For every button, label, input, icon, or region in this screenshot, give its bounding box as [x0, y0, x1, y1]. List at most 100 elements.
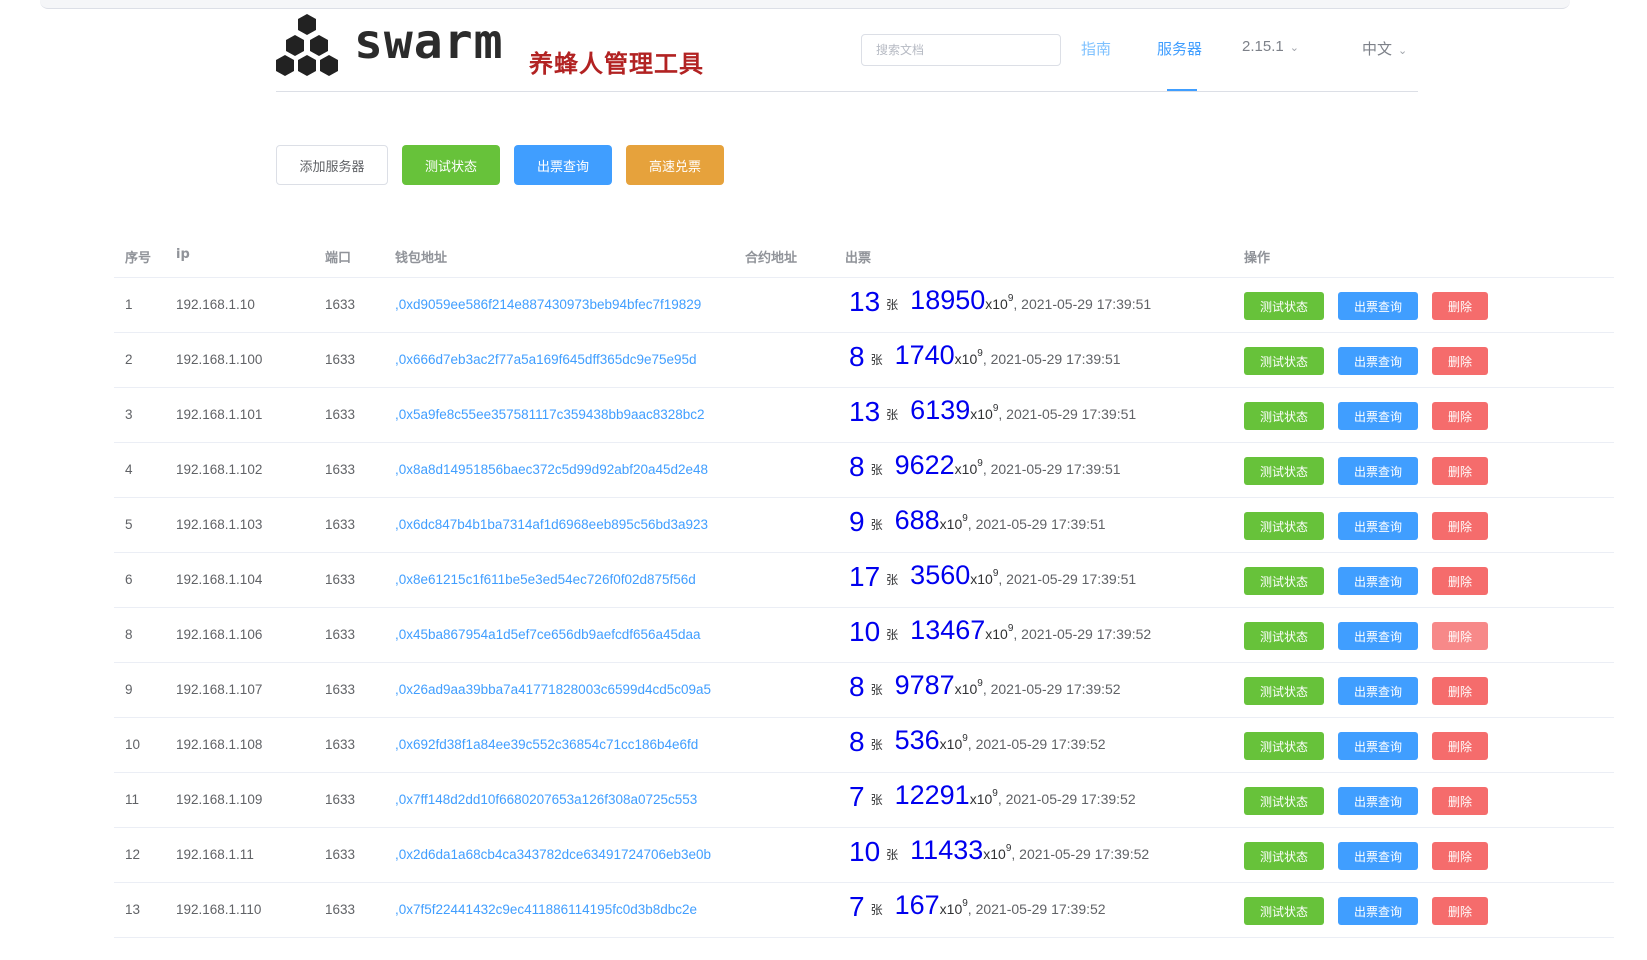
fast-redeem-button[interactable]: 高速兑票: [626, 145, 724, 185]
row-ticket-query-button[interactable]: 出票查询: [1338, 347, 1418, 375]
row-delete-button[interactable]: 删除: [1432, 457, 1488, 485]
ticket-summary: 8 张 9787x109, 2021-05-29 17:39:52: [849, 670, 1121, 703]
row-test-status-button[interactable]: 测试状态: [1244, 842, 1324, 870]
row-ticket-query-button[interactable]: 出票查询: [1338, 622, 1418, 650]
row-ip: 192.168.1.108: [176, 737, 263, 752]
row-test-status-button[interactable]: 测试状态: [1244, 402, 1324, 430]
wallet-address-link[interactable]: ,0x6dc847b4b1ba7314af1d6968eeb895c56bd3a…: [395, 517, 708, 532]
row-test-status-button[interactable]: 测试状态: [1244, 457, 1324, 485]
site-header: swarm 养蜂人管理工具 指南 服务器 2.15.1 ⌄ 中文 ⌄: [276, 10, 1418, 92]
wallet-address-link[interactable]: ,0x2d6da1a68cb4ca343782dce63491724706eb3…: [395, 847, 711, 862]
ticket-count: 8: [849, 451, 865, 482]
row-delete-button[interactable]: 删除: [1432, 402, 1488, 430]
row-port: 1633: [325, 627, 356, 642]
row-test-status-button[interactable]: 测试状态: [1244, 512, 1324, 540]
row-test-status-button[interactable]: 测试状态: [1244, 622, 1324, 650]
ticket-amount: 13467: [910, 615, 986, 645]
ticket-count: 10: [849, 836, 881, 867]
nav-language-dropdown[interactable]: 中文 ⌄: [1362, 38, 1407, 59]
row-ticket-query-button[interactable]: 出票查询: [1338, 512, 1418, 540]
table-row: 13 192.168.1.110 1633 ,0x7f5f22441432c9ec41…: [114, 883, 1614, 938]
row-test-status-button[interactable]: 测试状态: [1244, 347, 1324, 375]
wallet-address-link[interactable]: ,0x7f5f22441432c9ec411886114195fc0d3b8db…: [395, 902, 697, 917]
multiplier-base: x10: [954, 461, 978, 477]
ticket-multiplier: x109: [970, 568, 998, 587]
row-delete-button[interactable]: 删除: [1432, 512, 1488, 540]
wallet-address-link[interactable]: ,0x45ba867954a1d5ef7ce656db9aefcdf656a45…: [395, 627, 701, 642]
row-port: 1633: [325, 902, 356, 917]
table-row: 11 192.168.1.109 1633 ,0x7ff148d2dd10f66802…: [114, 773, 1614, 828]
row-index: 3: [125, 407, 133, 422]
row-delete-button[interactable]: 删除: [1432, 292, 1488, 320]
nav-version-dropdown[interactable]: 2.15.1 ⌄: [1242, 38, 1299, 55]
row-test-status-button[interactable]: 测试状态: [1244, 897, 1324, 925]
row-index: 12: [125, 847, 141, 862]
ticket-summary: 8 张 9622x109, 2021-05-29 17:39:51: [849, 450, 1121, 483]
row-delete-button[interactable]: 删除: [1432, 567, 1488, 595]
ticket-unit: 张: [870, 903, 883, 917]
row-ticket-query-button[interactable]: 出票查询: [1338, 292, 1418, 320]
ticket-multiplier: x109: [985, 623, 1013, 642]
row-ticket-query-button[interactable]: 出票查询: [1338, 677, 1418, 705]
ticket-count: 9: [849, 506, 865, 537]
nav-guide[interactable]: 指南: [1081, 38, 1111, 59]
row-delete-button[interactable]: 删除: [1432, 622, 1488, 650]
row-ticket-query-button[interactable]: 出票查询: [1338, 897, 1418, 925]
search-input[interactable]: [861, 34, 1061, 66]
row-delete-button[interactable]: 删除: [1432, 842, 1488, 870]
ticket-time: , 2021-05-29 17:39:51: [998, 406, 1137, 422]
header-contract: 合约地址: [745, 251, 798, 266]
ticket-summary: 10 张 13467x109, 2021-05-29 17:39:52: [849, 615, 1151, 648]
ticket-time: , 2021-05-29 17:39:51: [998, 571, 1137, 587]
wallet-address-link[interactable]: ,0x26ad9aa39bba7a41771828003c6599d4cd5c0…: [395, 682, 711, 697]
ticket-amount: 688: [894, 505, 940, 535]
table-header: 序号 ip 端口 钱包地址 合约地址 出票 操作: [114, 232, 1614, 278]
wallet-address-link[interactable]: ,0x666d7eb3ac2f77a5a169f645dff365dc9e75e…: [395, 352, 697, 367]
ticket-multiplier: x109: [955, 678, 983, 697]
ticket-time: , 2021-05-29 17:39:52: [967, 736, 1106, 752]
row-delete-button[interactable]: 删除: [1432, 897, 1488, 925]
ticket-multiplier: x109: [940, 513, 968, 532]
ticket-unit: 张: [870, 683, 883, 697]
wallet-address-link[interactable]: ,0xd9059ee586f214e887430973beb94bfec7f19…: [395, 297, 701, 312]
nav-servers[interactable]: 服务器: [1157, 38, 1202, 59]
ticket-count: 17: [849, 561, 881, 592]
row-ticket-query-button[interactable]: 出票查询: [1338, 842, 1418, 870]
wallet-address-link[interactable]: ,0x8a8d14951856baec372c5d99d92abf20a45d2…: [395, 462, 708, 477]
row-ticket-query-button[interactable]: 出票查询: [1338, 402, 1418, 430]
table-row: 2 192.168.1.100 1633 ,0x666d7eb3ac2f77a5a16…: [114, 333, 1614, 388]
row-port: 1633: [325, 737, 356, 752]
wallet-address-link[interactable]: ,0x8e61215c1f611be5e3ed54ec726f0f02d875f…: [395, 572, 696, 587]
row-delete-button[interactable]: 删除: [1432, 787, 1488, 815]
test-status-button[interactable]: 测试状态: [402, 145, 500, 185]
wallet-address-link[interactable]: ,0x692fd38f1a84ee39c552c36854c71cc186b4e…: [395, 737, 698, 752]
row-port: 1633: [325, 847, 356, 862]
ticket-multiplier: x109: [970, 788, 998, 807]
ticket-count: 8: [849, 341, 865, 372]
logo-wordmark: swarm: [354, 14, 504, 70]
row-port: 1633: [325, 352, 356, 367]
row-ip: 192.168.1.100: [176, 352, 263, 367]
table-row: 12 192.168.1.11 1633 ,0x2d6da1a68cb4ca34378…: [114, 828, 1614, 883]
row-delete-button[interactable]: 删除: [1432, 732, 1488, 760]
row-test-status-button[interactable]: 测试状态: [1244, 677, 1324, 705]
wallet-address-link[interactable]: ,0x7ff148d2dd10f6680207653a126f308a0725c…: [395, 792, 697, 807]
row-delete-button[interactable]: 删除: [1432, 677, 1488, 705]
row-ticket-query-button[interactable]: 出票查询: [1338, 457, 1418, 485]
wallet-address-link[interactable]: ,0x5a9fe8c55ee357581117c359438bb9aac8328…: [395, 407, 705, 422]
row-test-status-button[interactable]: 测试状态: [1244, 567, 1324, 595]
row-index: 11: [125, 792, 140, 807]
row-ip: 192.168.1.11: [176, 847, 254, 862]
ticket-time: , 2021-05-29 17:39:51: [982, 351, 1121, 367]
add-server-button[interactable]: 添加服务器: [276, 145, 388, 185]
ticket-query-button[interactable]: 出票查询: [514, 145, 612, 185]
ticket-count: 8: [849, 726, 865, 757]
row-test-status-button[interactable]: 测试状态: [1244, 292, 1324, 320]
row-test-status-button[interactable]: 测试状态: [1244, 787, 1324, 815]
row-ticket-query-button[interactable]: 出票查询: [1338, 567, 1418, 595]
multiplier-base: x10: [970, 406, 993, 422]
row-delete-button[interactable]: 删除: [1432, 347, 1488, 375]
row-ticket-query-button[interactable]: 出票查询: [1338, 732, 1418, 760]
row-test-status-button[interactable]: 测试状态: [1244, 732, 1324, 760]
row-ticket-query-button[interactable]: 出票查询: [1338, 787, 1418, 815]
